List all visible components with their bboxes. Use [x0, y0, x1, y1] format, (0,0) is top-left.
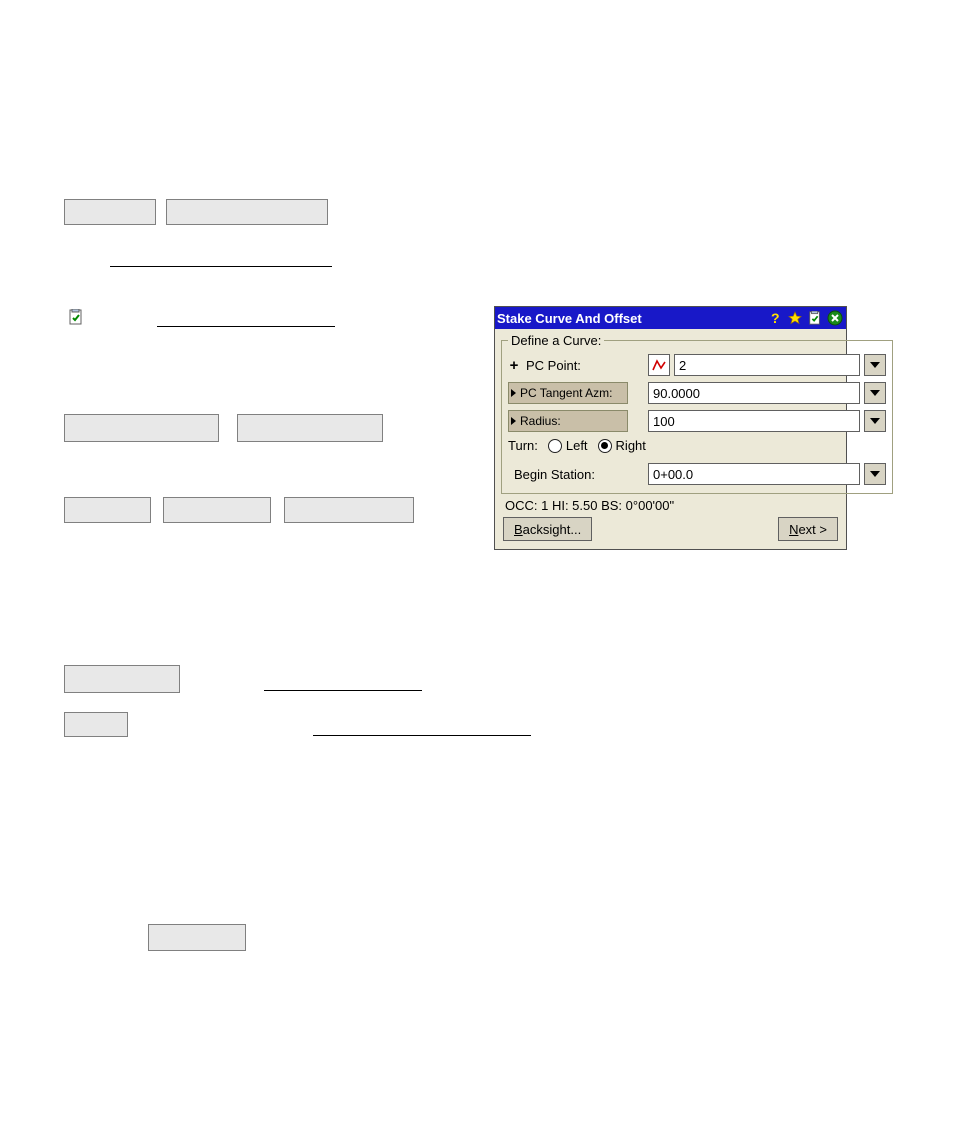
begin-station-dropdown[interactable] [864, 463, 886, 485]
backsight-button[interactable]: Backsight... [503, 517, 592, 541]
pc-point-input[interactable] [674, 354, 860, 376]
backsight-mnemonic: B [514, 522, 523, 537]
star-icon[interactable] [786, 309, 804, 327]
turn-right-label: Right [616, 438, 646, 453]
underline [157, 326, 335, 327]
triangle-right-icon [511, 417, 516, 425]
placeholder-box [64, 497, 151, 523]
turn-right-radio[interactable]: Right [598, 438, 646, 453]
pc-point-dropdown[interactable] [864, 354, 886, 376]
begin-station-input[interactable] [648, 463, 860, 485]
close-icon[interactable] [826, 309, 844, 327]
placeholder-box [64, 199, 156, 225]
radius-selector[interactable]: Radius: [508, 410, 628, 432]
placeholder-box [163, 497, 271, 523]
define-curve-group: Define a Curve: + PC Point: [501, 333, 893, 494]
svg-text:?: ? [771, 311, 780, 325]
plus-icon: + [508, 357, 520, 374]
help-icon[interactable]: ? [766, 309, 784, 327]
map-pick-icon[interactable] [648, 354, 670, 376]
next-mnemonic: N [789, 522, 798, 537]
stake-curve-dialog: Stake Curve And Offset ? [494, 306, 847, 550]
next-rest: ext > [798, 522, 827, 537]
underline [264, 690, 422, 691]
clipboard-check-icon[interactable] [806, 309, 824, 327]
turn-left-label: Left [566, 438, 588, 453]
pc-tangent-selector[interactable]: PC Tangent Azm: [508, 382, 628, 404]
triangle-right-icon [511, 389, 516, 397]
radio-icon [548, 439, 562, 453]
radius-label: Radius: [520, 414, 561, 428]
begin-station-label: Begin Station: [508, 467, 595, 482]
placeholder-box [64, 712, 128, 737]
turn-left-radio[interactable]: Left [548, 438, 588, 453]
placeholder-box [64, 665, 180, 693]
turn-label: Turn: [508, 438, 538, 453]
placeholder-box [237, 414, 383, 442]
group-legend: Define a Curve: [508, 333, 604, 348]
radio-selected-icon [598, 439, 612, 453]
placeholder-box [64, 414, 219, 442]
titlebar: Stake Curve And Offset ? [495, 307, 846, 329]
radius-dropdown[interactable] [864, 410, 886, 432]
pc-tangent-dropdown[interactable] [864, 382, 886, 404]
placeholder-box [148, 924, 246, 951]
pc-tangent-input[interactable] [648, 382, 860, 404]
status-text: OCC: 1 HI: 5.50 BS: 0°00'00" [501, 498, 840, 517]
next-button[interactable]: Next > [778, 517, 838, 541]
pc-point-label: PC Point: [526, 358, 581, 373]
underline [110, 266, 332, 267]
clipboard-check-icon [68, 309, 86, 327]
window-title: Stake Curve And Offset [497, 311, 764, 326]
placeholder-box [166, 199, 328, 225]
radius-input[interactable] [648, 410, 860, 432]
pc-tangent-label: PC Tangent Azm: [520, 386, 613, 400]
placeholder-box [284, 497, 414, 523]
backsight-rest: acksight... [523, 522, 582, 537]
underline [313, 735, 531, 736]
